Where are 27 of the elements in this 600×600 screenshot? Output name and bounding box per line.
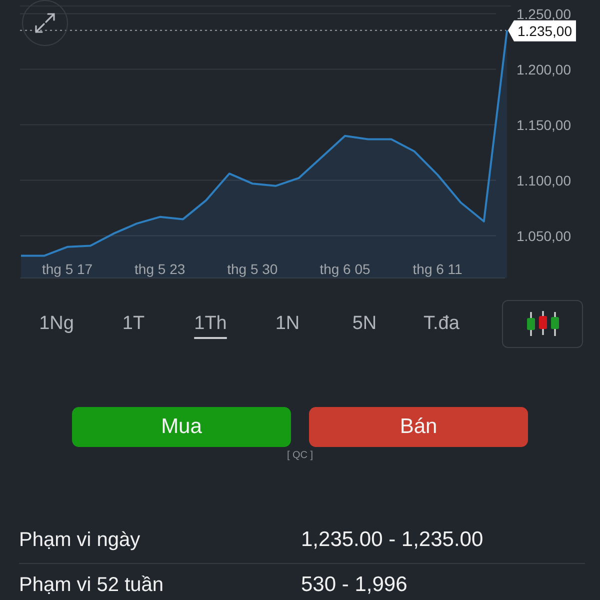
- candlestick-icon: [526, 311, 560, 337]
- x-axis-label: thg 5 17: [42, 261, 93, 277]
- current-price-label: 1.235,00: [508, 20, 576, 42]
- range-tab[interactable]: 1N: [249, 300, 326, 348]
- y-axis-label: 1.200,00: [516, 61, 571, 78]
- stat-label: Phạm vi ngày: [19, 528, 142, 552]
- expand-button[interactable]: [22, 0, 68, 46]
- x-axis-label: thg 5 23: [134, 261, 186, 277]
- expand-icon: [34, 12, 56, 34]
- range-tab[interactable]: 1Ng: [18, 300, 95, 348]
- y-axis-label: 1.250,00: [516, 6, 571, 22]
- x-axis-label: thg 6 05: [320, 261, 370, 277]
- sell-button[interactable]: Bán: [309, 407, 528, 447]
- y-axis-label: 1.050,00: [516, 228, 571, 244]
- stat-value: 1,235.00 - 1,235.00: [301, 528, 484, 552]
- x-axis-label: thg 6 11: [412, 261, 462, 277]
- y-axis-label: 1.100,00: [516, 172, 571, 188]
- y-axis-label: 1.150,00: [516, 116, 571, 133]
- x-axis-label: thg 5 30: [227, 261, 278, 277]
- range-tab[interactable]: 5N: [326, 300, 403, 348]
- stat-value: 530 - 1,996: [301, 573, 408, 597]
- chart-type-button[interactable]: [502, 300, 583, 348]
- range-tab[interactable]: 1T: [95, 300, 172, 348]
- stat-label: Phạm vi 52 tuần: [19, 574, 165, 596]
- range-tab[interactable]: 1Th: [172, 300, 249, 348]
- range-tab[interactable]: T.đa: [403, 300, 480, 348]
- ad-label: [ QC ]: [286, 450, 314, 461]
